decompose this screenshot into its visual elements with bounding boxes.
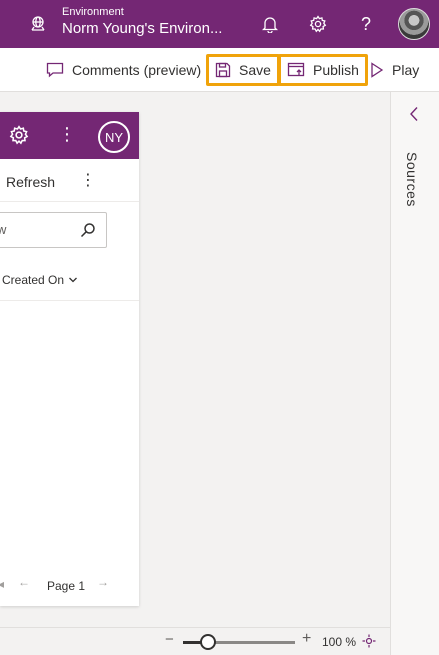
search-input-text: w xyxy=(0,222,7,237)
play-icon xyxy=(371,62,384,78)
zoom-value: 100 % xyxy=(322,635,357,649)
comments-label: Comments (preview) xyxy=(72,62,202,78)
comments-button[interactable]: Comments (preview) xyxy=(40,54,207,86)
user-avatar[interactable] xyxy=(398,8,430,40)
app-more-icon[interactable]: ⋮ xyxy=(58,124,76,145)
zoom-slider[interactable] xyxy=(183,634,295,650)
app-header: Environment Norm Young's Environ... ? xyxy=(0,0,439,48)
environment-name[interactable]: Norm Young's Environ... xyxy=(62,20,222,37)
publish-label: Publish xyxy=(313,62,359,78)
column-header-created-on[interactable]: Created On xyxy=(2,273,78,287)
search-input[interactable]: w xyxy=(0,212,107,248)
publish-icon xyxy=(287,62,305,77)
zoom-bar: − + 100 % xyxy=(0,627,390,655)
pagination: ◂ ← Page 1 → xyxy=(0,575,139,597)
save-icon xyxy=(215,62,231,78)
divider xyxy=(0,201,139,202)
app-preview-canvas[interactable]: ⋮ NY Refresh ⋮ w Created On ◂ ← Page 1 → xyxy=(0,112,139,606)
bell-icon[interactable] xyxy=(259,13,281,35)
sources-panel: Sources xyxy=(390,92,439,655)
app-gear-icon[interactable] xyxy=(9,125,29,150)
play-button[interactable]: Play xyxy=(364,54,425,86)
first-page-icon[interactable]: ◂ xyxy=(0,577,4,591)
environment-icon xyxy=(28,14,48,34)
gear-icon[interactable] xyxy=(307,13,329,35)
divider xyxy=(0,300,139,301)
next-page-icon[interactable]: → xyxy=(97,575,109,589)
chevron-left-icon[interactable] xyxy=(409,106,419,127)
command-bar: Comments (preview) Save Publish Play xyxy=(0,48,439,92)
fit-to-screen-icon[interactable] xyxy=(362,634,376,653)
chevron-down-icon xyxy=(69,277,78,283)
zoom-in-button[interactable]: + xyxy=(302,630,311,648)
publish-button[interactable]: Publish xyxy=(278,54,368,86)
app-preview-header: ⋮ NY xyxy=(0,112,139,159)
zoom-out-button[interactable]: − xyxy=(165,631,174,648)
app-user-avatar[interactable]: NY xyxy=(98,121,130,153)
previous-page-icon[interactable]: ← xyxy=(18,575,30,589)
column-header-label: Created On xyxy=(2,273,65,287)
toolbar-more-icon[interactable]: ⋮ xyxy=(80,170,96,190)
page-label: Page 1 xyxy=(47,579,86,593)
refresh-button[interactable]: Refresh xyxy=(6,174,55,190)
save-button[interactable]: Save xyxy=(206,54,280,86)
environment-label: Environment xyxy=(62,6,124,18)
zoom-slider-thumb[interactable] xyxy=(199,634,216,650)
save-label: Save xyxy=(239,62,271,78)
comment-icon xyxy=(46,62,64,78)
play-label: Play xyxy=(392,62,420,78)
search-icon[interactable] xyxy=(80,222,96,243)
sources-tab[interactable]: Sources xyxy=(404,152,420,207)
help-icon[interactable]: ? xyxy=(355,13,377,35)
